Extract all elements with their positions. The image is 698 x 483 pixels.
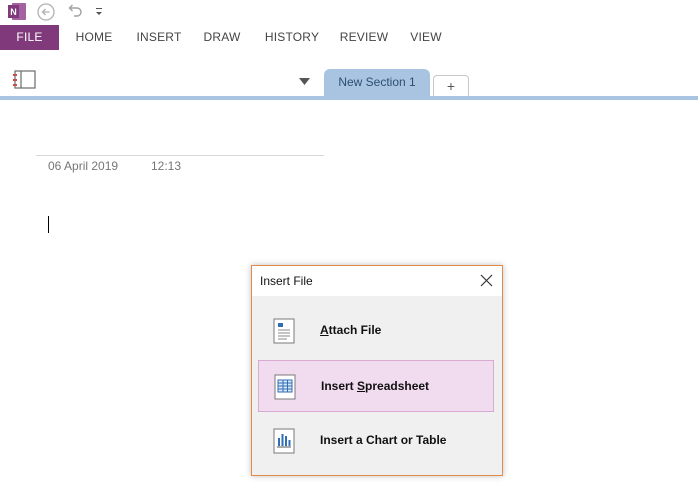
document-icon xyxy=(273,318,295,344)
insert-chart-or-table-label: Insert a Chart or Table xyxy=(320,433,447,447)
add-section-button[interactable]: + xyxy=(433,75,469,97)
text-cursor xyxy=(48,216,49,233)
undo-icon[interactable] xyxy=(66,3,84,19)
insert-spreadsheet-option[interactable]: Insert Spreadsheet xyxy=(258,360,494,412)
ribbon-tabs: FILE HOME INSERT DRAW HISTORY REVIEW VIE… xyxy=(0,25,698,50)
tab-view[interactable]: VIEW xyxy=(405,25,447,50)
attach-file-option[interactable]: Attach File xyxy=(258,305,494,357)
page-title-line[interactable] xyxy=(36,155,324,156)
tab-review[interactable]: REVIEW xyxy=(336,25,392,50)
tab-home[interactable]: HOME xyxy=(68,25,120,50)
insert-chart-or-table-option[interactable]: Insert a Chart or Table xyxy=(258,415,494,467)
insert-file-dialog: Insert File Attach File Insert Spreadshe… xyxy=(251,265,503,476)
tab-file[interactable]: FILE xyxy=(0,25,59,50)
section-tab-new-section-1[interactable]: New Section 1 xyxy=(324,69,430,96)
attach-file-label: Attach File xyxy=(320,323,382,337)
chevron-down-icon[interactable] xyxy=(299,78,310,85)
section-color-strip xyxy=(0,96,698,100)
back-arrow-icon[interactable] xyxy=(37,3,55,21)
notebook-icon[interactable] xyxy=(13,70,37,90)
dialog-title: Insert File xyxy=(260,274,313,288)
chart-icon xyxy=(273,428,295,454)
tab-history[interactable]: HISTORY xyxy=(260,25,324,50)
customize-toolbar-icon[interactable] xyxy=(95,7,103,17)
tab-insert[interactable]: INSERT xyxy=(132,25,186,50)
close-icon[interactable] xyxy=(480,274,493,287)
onenote-logo-icon: N xyxy=(8,3,26,20)
dialog-header: Insert File xyxy=(252,266,502,296)
page-date: 06 April 2019 xyxy=(48,159,119,173)
tab-draw[interactable]: DRAW xyxy=(198,25,246,50)
spreadsheet-icon xyxy=(274,374,296,400)
quick-access-toolbar: N xyxy=(0,0,698,24)
insert-spreadsheet-label: Insert Spreadsheet xyxy=(321,379,430,393)
svg-text:N: N xyxy=(10,7,17,17)
page-time: 12:13 xyxy=(151,159,182,173)
